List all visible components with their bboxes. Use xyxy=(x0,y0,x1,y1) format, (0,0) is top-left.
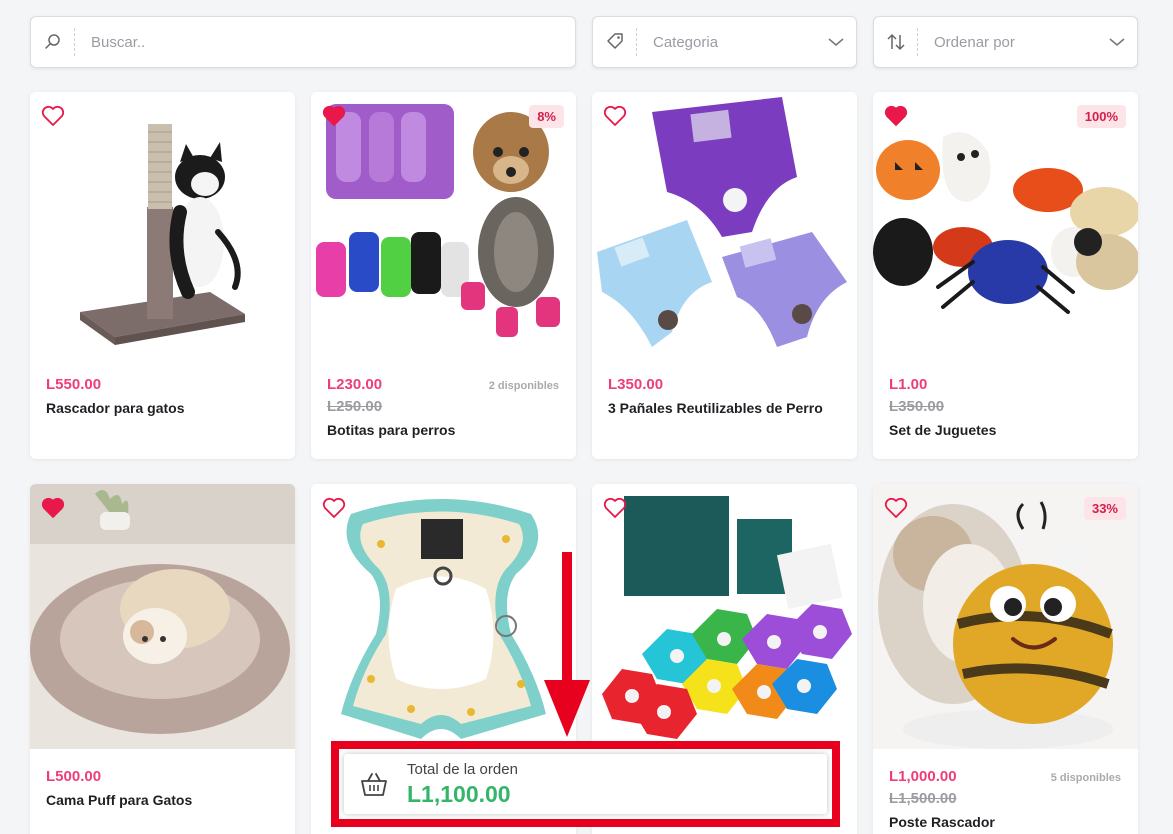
favorite-heart-icon[interactable] xyxy=(884,105,908,127)
favorite-heart-icon[interactable] xyxy=(41,497,65,519)
product-card[interactable]: L550.00 Rascador para gatos xyxy=(30,92,295,459)
order-total-panel[interactable]: Total de la orden L1,100.00 xyxy=(344,754,827,814)
product-price: L550.00 xyxy=(46,376,102,393)
search-box[interactable] xyxy=(30,16,576,68)
sort-icon xyxy=(874,28,918,56)
sort-select[interactable]: Ordenar por xyxy=(873,16,1138,68)
chevron-down-icon[interactable] xyxy=(1097,37,1137,47)
product-image[interactable] xyxy=(30,484,295,749)
product-price: L500.00 xyxy=(46,768,102,785)
product-card[interactable]: L500.00 Cama Puff para Gatos xyxy=(30,484,295,834)
sort-placeholder: Ordenar por xyxy=(934,33,1015,51)
product-price: L1.00 xyxy=(889,376,928,393)
product-card[interactable]: 33% L1,000.00 L1,500.00 Poste Rascador 5… xyxy=(873,484,1138,834)
product-name[interactable]: Rascador para gatos xyxy=(46,397,279,420)
order-total-label: Total de la orden xyxy=(407,760,518,778)
favorite-heart-icon[interactable] xyxy=(603,105,627,127)
product-image[interactable]: 100% xyxy=(873,92,1138,357)
product-image[interactable] xyxy=(592,92,857,357)
product-name[interactable]: Cama Puff para Gatos xyxy=(46,789,279,812)
product-image[interactable] xyxy=(592,484,857,749)
search-input[interactable] xyxy=(75,17,575,67)
category-placeholder: Categoria xyxy=(653,33,719,51)
product-image[interactable]: 8% xyxy=(311,92,576,357)
product-image[interactable] xyxy=(30,92,295,357)
product-name[interactable]: Set de Juguetes xyxy=(889,419,1122,442)
product-name[interactable]: Poste Rascador xyxy=(889,811,1122,834)
category-select[interactable]: Categoria xyxy=(592,16,857,68)
product-card[interactable]: 8% L230.00 L250.00 Botitas para perros 2… xyxy=(311,92,576,459)
favorite-heart-icon[interactable] xyxy=(603,497,627,519)
tag-icon xyxy=(593,28,637,56)
discount-badge: 8% xyxy=(529,105,564,128)
stock-available: 5 disponibles xyxy=(1050,772,1121,784)
product-old-price: L350.00 xyxy=(889,398,945,415)
product-old-price: L250.00 xyxy=(327,398,383,415)
discount-badge: 33% xyxy=(1083,497,1126,520)
product-price: L350.00 xyxy=(608,376,664,393)
order-total-highlight: Total de la orden L1,100.00 xyxy=(331,741,840,827)
product-card[interactable]: L350.00 3 Pañales Reutilizables de Perro xyxy=(592,92,857,459)
stock-available: 2 disponibles xyxy=(488,380,559,392)
order-total-amount: L1,100.00 xyxy=(407,780,511,807)
chevron-down-icon[interactable] xyxy=(816,37,856,47)
search-icon xyxy=(31,28,75,56)
product-image[interactable]: 33% xyxy=(873,484,1138,749)
discount-badge: 100% xyxy=(1076,105,1126,128)
product-image[interactable] xyxy=(311,484,576,749)
favorite-heart-icon[interactable] xyxy=(41,105,65,127)
favorite-heart-icon[interactable] xyxy=(322,497,346,519)
product-name[interactable]: Botitas para perros xyxy=(327,419,560,442)
favorite-heart-icon[interactable] xyxy=(322,105,346,127)
annotation-arrow xyxy=(544,552,590,737)
basket-icon xyxy=(361,773,387,796)
product-card[interactable]: 100% L1.00 L350.00 Set de Juguetes xyxy=(873,92,1138,459)
favorite-heart-icon[interactable] xyxy=(884,497,908,519)
product-name[interactable]: 3 Pañales Reutilizables de Perro xyxy=(608,397,841,420)
product-old-price: L1,500.00 xyxy=(889,790,957,807)
